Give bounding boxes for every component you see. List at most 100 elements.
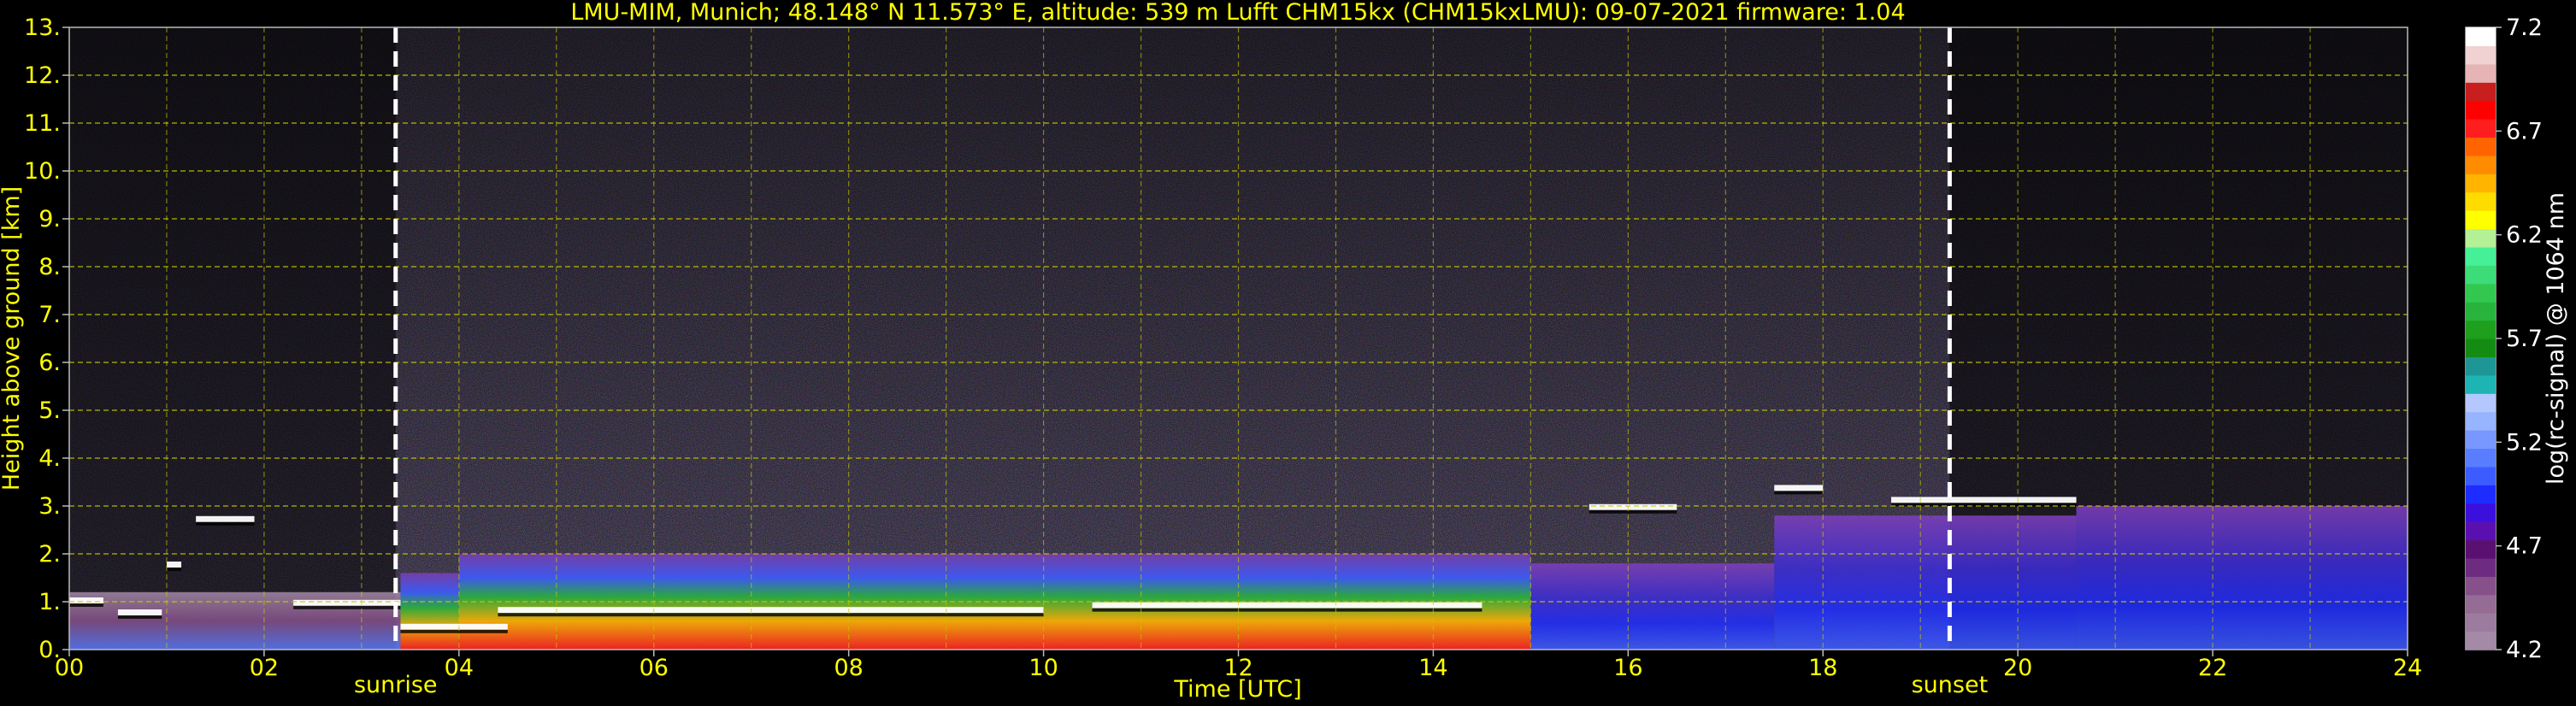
x-tick-label: 24: [2393, 655, 2422, 681]
cloud-shadow: [69, 603, 103, 607]
x-tick-label: 04: [445, 655, 474, 681]
colorbar-swatch: [2466, 210, 2496, 230]
colorbar-tick-label: 5.2: [2506, 429, 2543, 456]
colorbar-swatch: [2466, 521, 2496, 541]
cloud-shadow: [196, 521, 255, 526]
aerosol-segment: [1774, 515, 2077, 650]
cloud-shadow: [166, 568, 182, 571]
cloud-layer: [196, 515, 255, 522]
cloud-layer: [1589, 503, 1677, 510]
colorbar-swatch: [2466, 594, 2496, 614]
colorbar-swatch: [2466, 338, 2496, 358]
colorbar-swatch: [2466, 356, 2496, 376]
colorbar-swatch: [2466, 174, 2496, 193]
x-tick-label: 18: [1808, 655, 1837, 681]
y-tick-label: 9.: [38, 206, 61, 232]
x-tick-label: 06: [640, 655, 669, 681]
colorbar-swatch: [2466, 374, 2496, 394]
cloud-layer: [1891, 497, 2077, 503]
aerosol-segment: [1530, 563, 1775, 650]
cloud-layer: [166, 562, 182, 568]
chart-title: LMU-MIM, Munich; 48.148° N 11.573° E, al…: [570, 0, 1905, 26]
colorbar-swatch: [2466, 155, 2496, 174]
colorbar-swatch: [2466, 191, 2496, 211]
colorbar-tick-label: 4.2: [2506, 637, 2543, 663]
sunset-label: sunset: [1912, 672, 1989, 698]
colorbar-ticks: 4.2 4.7 5.2 5.7 6.2 6.7 7.2: [2496, 15, 2543, 663]
cloud-shadow: [498, 613, 1044, 617]
x-tick-label: 02: [250, 655, 279, 681]
colorbar-swatch: [2466, 137, 2496, 156]
colorbar-tick-label: 7.2: [2506, 15, 2543, 41]
x-axis-label: Time [UTC]: [1173, 676, 1301, 703]
y-tick-label: 8.: [38, 254, 61, 280]
colorbar-swatch: [2466, 246, 2496, 266]
y-tick-label: 2.: [38, 541, 61, 568]
y-tick-label: 4.: [38, 445, 61, 472]
colorbar-tick-label: 4.7: [2506, 533, 2543, 560]
colorbar-swatch: [2466, 283, 2496, 303]
y-tick-label: 13.: [24, 15, 61, 41]
cloud-layer: [117, 609, 162, 615]
colorbar-tick-label: 6.7: [2506, 118, 2543, 144]
x-tick-label: 10: [1029, 655, 1058, 681]
colorbar-swatch: [2466, 320, 2496, 339]
colorbar-tick-label: 6.2: [2506, 222, 2543, 249]
cloud-layer: [400, 623, 508, 630]
colorbar-swatch: [2466, 503, 2496, 522]
cloud-layer: [69, 597, 103, 603]
y-tick-label: 10.: [24, 158, 61, 185]
cloud-layer: [293, 599, 401, 606]
colorbar-swatch: [2466, 466, 2496, 485]
colorbar: 4.2 4.7 5.2 5.7 6.2 6.7 7.2 log(rc-signal) @ 1…: [2465, 15, 2569, 663]
plot-area: [69, 27, 2408, 650]
colorbar-swatch: [2466, 82, 2496, 102]
colorbar-swatch: [2466, 448, 2496, 468]
event-labels: sunrise sunset: [354, 672, 1988, 698]
colorbar-swatch: [2466, 45, 2496, 65]
colorbar-swatch: [2466, 302, 2496, 321]
colorbar-swatch: [2466, 485, 2496, 504]
y-axis-label: Height above ground [km]: [0, 186, 25, 491]
colorbar-swatch: [2466, 265, 2496, 285]
x-tick-label: 00: [55, 655, 84, 681]
y-tick-label: 1.: [38, 589, 61, 615]
colorbar-swatch: [2466, 539, 2496, 559]
x-tick-label: 20: [2003, 655, 2032, 681]
colorbar-swatch: [2466, 63, 2496, 83]
aerosol-segment: [400, 573, 459, 650]
colorbar-swatch: [2466, 576, 2496, 596]
cloud-shadow: [117, 615, 162, 619]
night-mask-morning: [69, 27, 396, 650]
colorbar-tick-label: 5.7: [2506, 326, 2543, 352]
colorbar-swatch: [2466, 393, 2496, 413]
sunrise-label: sunrise: [354, 672, 438, 698]
x-tick-label: 16: [1613, 655, 1642, 681]
colorbar-label: log(rc-signal) @ 1064 nm: [2543, 192, 2569, 485]
colorbar-swatch: [2466, 557, 2496, 577]
y-tick-label: 12.: [24, 62, 61, 89]
ceilometer-figure: LMU-MIM, Munich; 48.148° N 11.573° E, al…: [0, 0, 2576, 706]
aerosol-segment: [2076, 506, 2408, 650]
cloud-shadow: [1774, 491, 1824, 495]
colorbar-swatch: [2466, 411, 2496, 431]
cloud-shadow: [400, 629, 508, 633]
colorbar-swatch: [2466, 631, 2496, 650]
x-tick-label: 14: [1418, 655, 1447, 681]
colorbar-swatch: [2466, 613, 2496, 632]
x-tick-label: 08: [834, 655, 863, 681]
y-tick-label: 5.: [38, 397, 61, 424]
colorbar-swatch: [2466, 27, 2496, 47]
colorbar-swatch: [2466, 228, 2496, 248]
colorbar-swatch: [2466, 100, 2496, 120]
cloud-layer: [1092, 602, 1483, 609]
cloud-shadow: [1589, 509, 1677, 514]
colorbar-swatch: [2466, 119, 2496, 138]
x-tick-label: 22: [2198, 655, 2227, 681]
colorbar-swatch: [2466, 430, 2496, 450]
cloud-shadow: [1092, 608, 1483, 612]
y-axis: 0.1.2.3.4.5.6.7.8.9.10.11.12.13.: [24, 15, 69, 663]
y-tick-label: 11.: [24, 110, 61, 137]
cloud-layer: [498, 607, 1044, 614]
y-tick-label: 7.: [38, 302, 61, 328]
